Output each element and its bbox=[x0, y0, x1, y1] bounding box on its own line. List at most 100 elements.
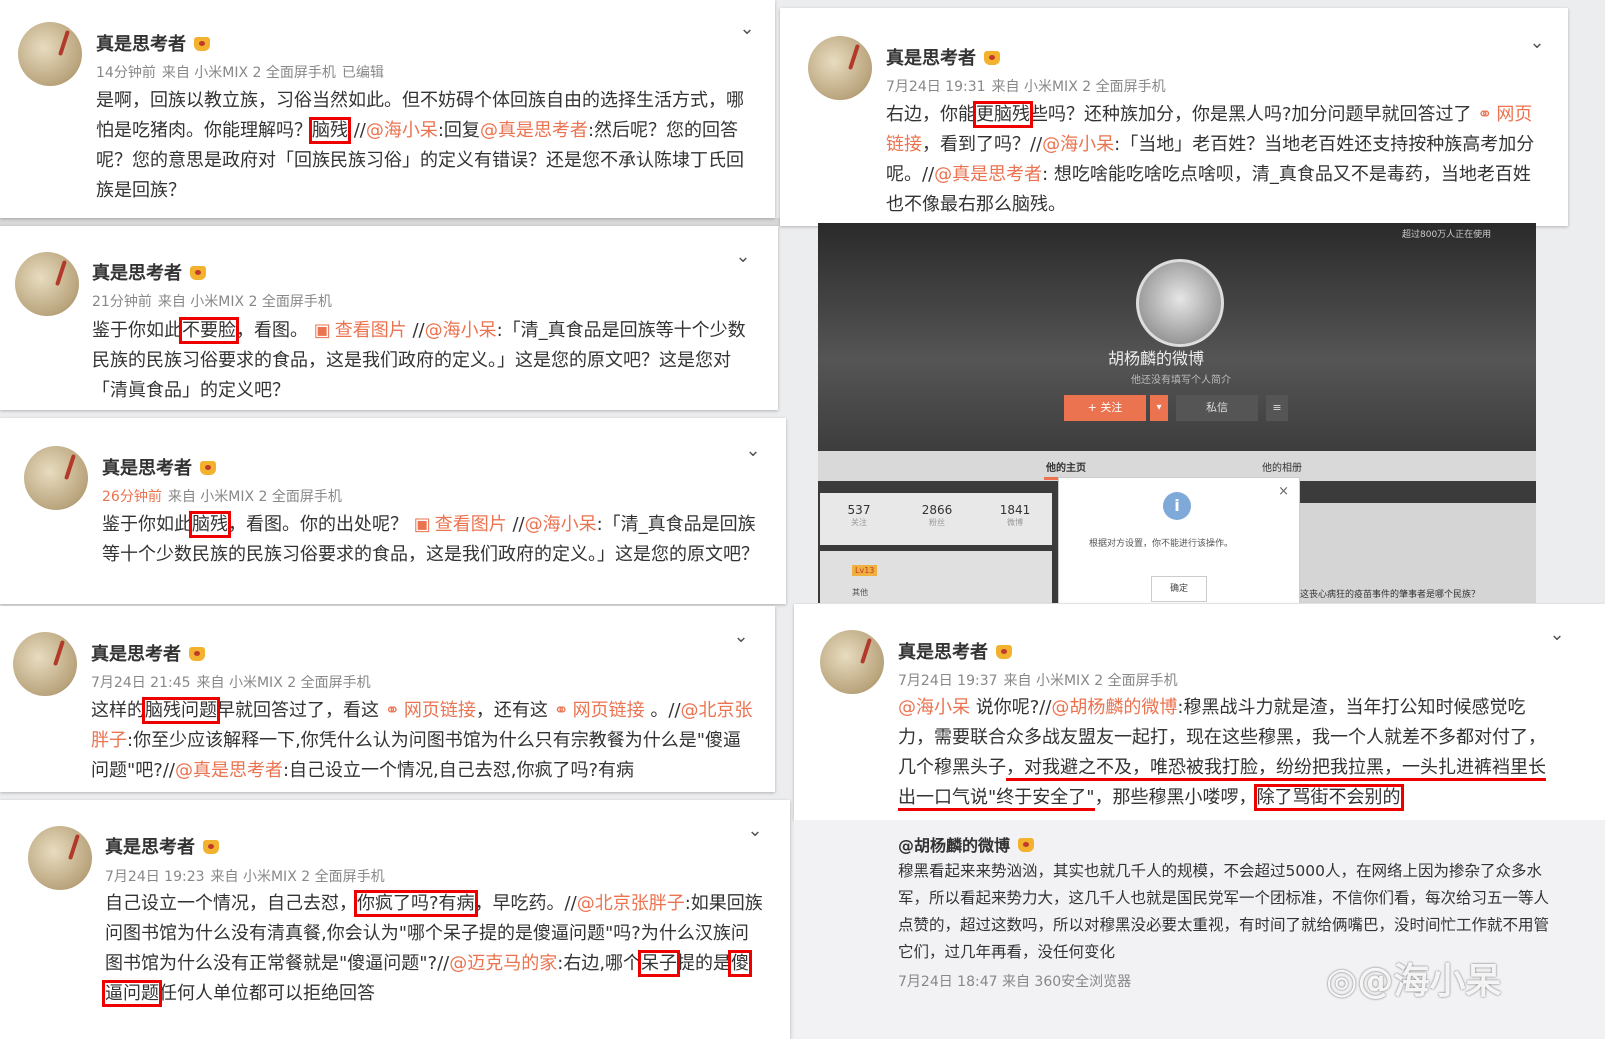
vip-badge-icon bbox=[194, 37, 210, 51]
highlighted-word: 脑残问题 bbox=[142, 697, 220, 724]
post-source: 来自 小米MIX 2 全面屏手机 bbox=[991, 79, 1166, 95]
feed-preview: 这丧心病狂的疫苗事件的肇事者是哪个民族？ bbox=[1300, 503, 1536, 603]
post-author[interactable]: 真是思考者 bbox=[898, 638, 1012, 664]
follow-button[interactable]: + 关注 bbox=[1064, 395, 1146, 421]
mention-link[interactable]: @北京张胖子 bbox=[577, 893, 685, 914]
post-meta: 14分钟前 来自 小米MIX 2 全面屏手机 已编辑 bbox=[96, 62, 390, 82]
mention-link[interactable]: @真是思考者 bbox=[934, 164, 1042, 185]
chevron-down-icon[interactable]: ⌄ bbox=[744, 442, 762, 460]
avatar[interactable] bbox=[15, 252, 79, 316]
stat-fans[interactable]: 2866 粉丝 bbox=[902, 503, 972, 528]
message-button[interactable]: 私信 bbox=[1176, 395, 1258, 421]
post-card-3: 真是思考者 26分钟前 来自 小米MIX 2 全面屏手机 ⌄ 鉴于你如此脑残，看图… bbox=[0, 418, 786, 604]
mention-link[interactable]: @海小呆 bbox=[366, 120, 438, 141]
avatar[interactable] bbox=[28, 826, 92, 890]
profile-stats: 537 关注 2866 粉丝 1841 微博 bbox=[820, 493, 1052, 545]
post-time[interactable]: 7月24日 19:31 bbox=[886, 79, 986, 95]
chevron-down-icon[interactable]: ▾ bbox=[1150, 395, 1168, 421]
profile-cover: 超过800万人正在使用 胡杨麟的微博 他还没有填写个人简介 + 关注 ▾ 私信 … bbox=[818, 223, 1536, 451]
post-author[interactable]: 真是思考者 bbox=[96, 30, 210, 56]
profile-signature: 他还没有填写个人简介 bbox=[1131, 375, 1231, 386]
quoted-time[interactable]: 7月24日 18:47 bbox=[898, 974, 998, 990]
mention-link[interactable]: @海小呆 bbox=[898, 697, 970, 718]
profile-avatar[interactable] bbox=[1136, 259, 1224, 347]
post-time[interactable]: 7月24日 19:23 bbox=[105, 869, 205, 885]
avatar[interactable] bbox=[18, 22, 82, 86]
chevron-down-icon[interactable]: ⌄ bbox=[1548, 626, 1566, 644]
mention-link[interactable]: @迈克马的家 bbox=[449, 953, 557, 974]
top-note: 超过800万人正在使用 bbox=[1402, 230, 1492, 240]
web-link[interactable]: 网页链接 bbox=[573, 700, 645, 721]
vip-badge-icon bbox=[1018, 838, 1035, 852]
post-meta: 7月24日 19:31 来自 小米MIX 2 全面屏手机 bbox=[886, 76, 1172, 96]
avatar[interactable] bbox=[820, 630, 884, 694]
post-time[interactable]: 7月24日 19:37 bbox=[898, 673, 998, 689]
post-card-6: 真是思考者 7月24日 19:31 来自 小米MIX 2 全面屏手机 ⌄ 右边，你… bbox=[780, 8, 1568, 226]
post-author[interactable]: 真是思考者 bbox=[105, 833, 219, 859]
dialog-message: 根据对方设置，你不能进行该操作。 bbox=[1089, 539, 1234, 549]
gap bbox=[0, 218, 780, 226]
link-icon: ⚭ bbox=[1477, 104, 1493, 125]
post-author[interactable]: 真是思考者 bbox=[102, 454, 216, 480]
post-time[interactable]: 7月24日 21:45 bbox=[91, 675, 191, 691]
level-badge: Lv13 bbox=[852, 565, 878, 576]
chevron-down-icon[interactable]: ⌄ bbox=[732, 628, 750, 646]
quoted-meta: 7月24日 18:47 来自 360安全浏览器 bbox=[898, 971, 1131, 991]
post-author[interactable]: 真是思考者 bbox=[92, 259, 206, 285]
feed-question: 这丧心病狂的疫苗事件的肇事者是哪个民族？ bbox=[1300, 590, 1481, 600]
post-text: @海小呆 说你呢?//@胡杨麟的微博:穆黑战斗力就是渣，当年打公知时候感觉吃力，… bbox=[898, 693, 1558, 813]
chevron-down-icon[interactable]: ⌄ bbox=[746, 822, 764, 840]
chevron-down-icon[interactable]: ⌄ bbox=[1528, 34, 1546, 52]
watermark: ◎@海小呆 bbox=[1326, 961, 1502, 1002]
post-meta: 26分钟前 来自 小米MIX 2 全面屏手机 bbox=[102, 486, 348, 506]
post-meta: 7月24日 19:23 来自 小米MIX 2 全面屏手机 bbox=[105, 866, 391, 886]
tab-album[interactable]: 他的相册 bbox=[1262, 459, 1302, 474]
highlighted-word: 更脑残 bbox=[973, 101, 1033, 128]
web-link[interactable]: 网页链接 bbox=[404, 700, 476, 721]
post-card-1: 真是思考者 14分钟前 来自 小米MIX 2 全面屏手机 已编辑 ⌄ 是啊，回族以教… bbox=[0, 0, 775, 218]
highlighted-word: 你疯了吗?有病 bbox=[354, 890, 478, 917]
vip-badge-icon bbox=[190, 266, 206, 280]
mention-link[interactable]: @海小呆 bbox=[525, 514, 597, 535]
avatar[interactable] bbox=[808, 36, 872, 100]
post-author[interactable]: 真是思考者 bbox=[91, 640, 205, 666]
mention-link[interactable]: @真是思考者 bbox=[480, 120, 588, 141]
post-text: 右边，你能更脑残些吗？还种族加分，你是黑人吗?加分问题早就回答过了 ⚭ 网页链接，… bbox=[886, 101, 1535, 215]
mention-link[interactable]: @海小呆 bbox=[1042, 134, 1114, 155]
avatar[interactable] bbox=[24, 446, 88, 510]
image-icon: ▣ bbox=[313, 320, 331, 341]
link-icon: ⚭ bbox=[384, 700, 400, 721]
close-icon[interactable]: × bbox=[1278, 484, 1289, 499]
other-label: 其他 bbox=[852, 588, 868, 597]
weibo-logo-icon: ◎ bbox=[1326, 961, 1358, 1002]
mention-link[interactable]: @真是思考者 bbox=[175, 760, 283, 781]
tab-home[interactable]: 他的主页 bbox=[1046, 459, 1086, 474]
vip-badge-icon bbox=[996, 645, 1012, 659]
post-time[interactable]: 26分钟前 bbox=[102, 489, 162, 505]
view-image-link[interactable]: 查看图片 bbox=[435, 514, 507, 535]
post-text: 自己设立一个情况，自己去怼，你疯了吗?有病，早吃药。//@北京张胖子:如果回族问… bbox=[101, 890, 763, 1007]
chevron-down-icon[interactable]: ⌄ bbox=[738, 20, 756, 38]
post-card-2: 真是思考者 21分钟前 来自 小米MIX 2 全面屏手机 ⌄ 鉴于你如此不要脸，看… bbox=[0, 226, 778, 410]
post-source: 来自 小米MIX 2 全面屏手机 bbox=[161, 65, 336, 81]
post-card-5: 真是思考者 7月24日 19:23 来自 小米MIX 2 全面屏手机 ⌄ 自己设立… bbox=[0, 800, 790, 1039]
stat-follow[interactable]: 537 关注 bbox=[824, 503, 894, 528]
post-author[interactable]: 真是思考者 bbox=[886, 44, 1000, 70]
link-icon: ⚭ bbox=[553, 700, 569, 721]
post-text: 鉴于你如此不要脸，看图。 ▣ 查看图片 //@海小呆:「清_真食品是回族等十个少数… bbox=[92, 317, 746, 401]
confirm-button[interactable]: 确定 bbox=[1151, 576, 1207, 602]
menu-icon[interactable]: ≡ bbox=[1266, 395, 1288, 421]
quoted-source: 来自 360安全浏览器 bbox=[1001, 974, 1132, 990]
post-time[interactable]: 21分钟前 bbox=[92, 294, 152, 310]
avatar[interactable] bbox=[13, 632, 77, 696]
quoted-author[interactable]: @胡杨麟的微博 bbox=[898, 832, 1035, 856]
vip-badge-icon bbox=[984, 51, 1000, 65]
post-meta: 7月24日 19:37 来自 小米MIX 2 全面屏手机 bbox=[898, 670, 1184, 690]
mention-link[interactable]: @海小呆 bbox=[425, 320, 497, 341]
profile-username: 胡杨麟的微博 bbox=[1108, 349, 1205, 368]
view-image-link[interactable]: 查看图片 bbox=[335, 320, 407, 341]
stat-weibo[interactable]: 1841 微博 bbox=[980, 503, 1050, 528]
post-time[interactable]: 14分钟前 bbox=[96, 65, 156, 81]
chevron-down-icon[interactable]: ⌄ bbox=[734, 248, 752, 266]
mention-link[interactable]: @胡杨麟的微博 bbox=[1051, 697, 1177, 718]
